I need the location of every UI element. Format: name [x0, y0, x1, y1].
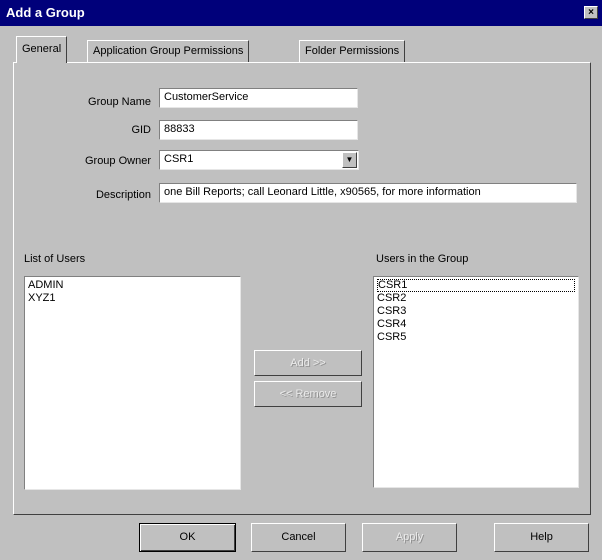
list-of-users-label: List of Users	[24, 253, 86, 265]
window-title: Add a Group	[6, 5, 85, 20]
gid-label: GID	[131, 124, 151, 136]
group-name-label: Group Name	[88, 96, 151, 108]
close-button[interactable]: ×	[584, 6, 598, 19]
apply-button[interactable]: Apply	[362, 523, 457, 552]
add-button[interactable]: Add >>	[254, 350, 362, 376]
help-button[interactable]: Help	[494, 523, 589, 552]
group-owner-select[interactable]: CSR1 ▼	[159, 150, 359, 170]
remove-button[interactable]: << Remove	[254, 381, 362, 407]
users-in-group-label: Users in the Group	[376, 253, 469, 265]
users-in-group-list[interactable]: CSR1 CSR2 CSR3 CSR4 CSR5	[373, 276, 579, 488]
tab-application-group-permissions[interactable]: Application Group Permissions	[87, 40, 250, 62]
gid-field[interactable]: 88833	[159, 120, 358, 140]
description-field[interactable]: one Bill Reports; call Leonard Little, x…	[159, 183, 577, 203]
tab-general[interactable]: General	[16, 36, 68, 63]
chevron-down-icon[interactable]: ▼	[342, 152, 357, 168]
list-of-users[interactable]: ADMIN XYZ1	[24, 276, 241, 490]
list-item[interactable]: ADMIN	[28, 279, 237, 292]
list-item[interactable]: CSR4	[377, 318, 575, 331]
list-item[interactable]: XYZ1	[28, 292, 237, 305]
list-item-selected[interactable]: CSR1	[377, 279, 575, 292]
description-label: Description	[95, 189, 151, 201]
list-item[interactable]: CSR5	[377, 331, 575, 344]
tab-folder-permissions[interactable]: Folder Permissions	[299, 40, 406, 62]
ok-button[interactable]: OK	[139, 523, 236, 552]
title-bar: Add a Group ×	[0, 0, 602, 26]
group-owner-value: CSR1	[164, 153, 194, 165]
list-item[interactable]: CSR3	[377, 305, 575, 318]
group-name-field[interactable]: CustomerService	[159, 88, 358, 108]
close-icon: ×	[588, 7, 594, 18]
list-item[interactable]: CSR2	[377, 292, 575, 305]
group-owner-label: Group Owner	[84, 155, 151, 167]
cancel-button[interactable]: Cancel	[251, 523, 346, 552]
